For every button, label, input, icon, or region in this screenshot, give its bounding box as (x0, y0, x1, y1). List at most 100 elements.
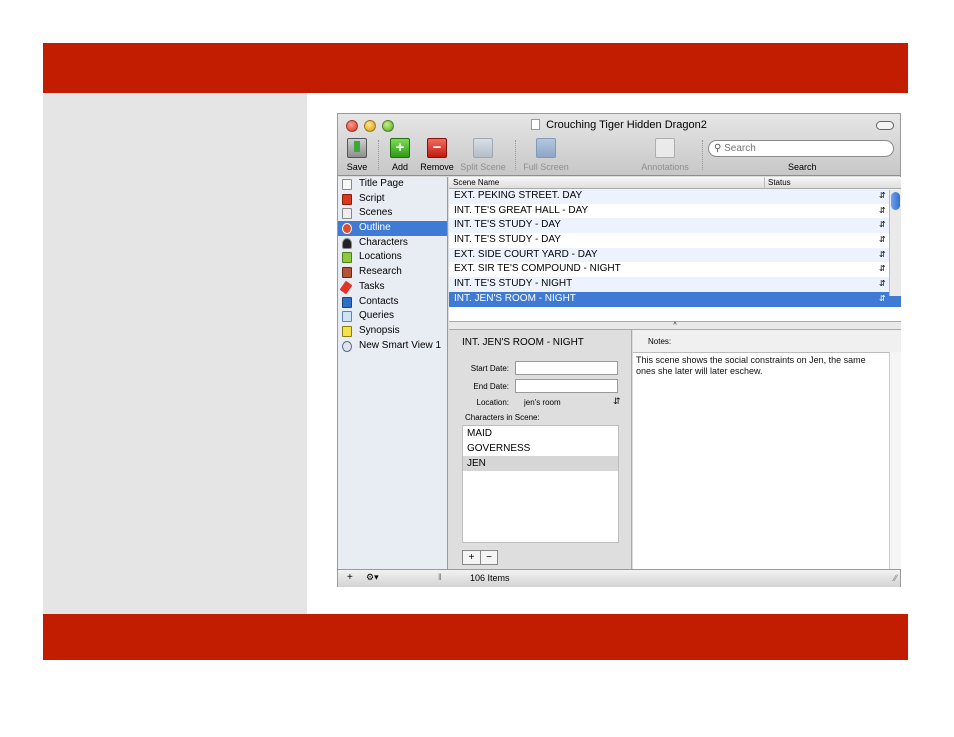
search-label: Search (788, 162, 817, 172)
toolbar-separator (515, 140, 516, 170)
binder-item-locations[interactable]: Locations (338, 250, 447, 265)
binder-item-queries[interactable]: Queries (338, 309, 447, 324)
binder-item-label: Queries (359, 310, 395, 322)
binder-item-label: Scenes (359, 207, 393, 219)
binder-item-tasks[interactable]: Tasks (338, 280, 447, 295)
binder-item-synopsis[interactable]: Synopsis (338, 324, 447, 339)
annotations-label: Annotations (641, 162, 689, 172)
scene-row-name: INT. TE'S STUDY - DAY (454, 219, 561, 231)
remove-button[interactable]: − Remove (420, 138, 454, 172)
characters-list: MAID GOVERNESS JEN (462, 425, 619, 543)
search-input[interactable] (724, 143, 875, 154)
binder-item-script[interactable]: Script (338, 192, 447, 207)
location-select[interactable]: jen's room (524, 398, 561, 407)
toolbar-separator (702, 140, 703, 170)
toolbar-toggle-button[interactable] (876, 121, 894, 130)
outliner-header: Scene Name Status (449, 177, 901, 189)
add-button[interactable]: + Add (390, 138, 410, 172)
slide-top-band (43, 43, 908, 93)
scrollbar-thumb[interactable] (891, 192, 900, 210)
binder-item-new-smart-view[interactable]: New Smart View 1 (338, 339, 447, 354)
status-stepper-icon[interactable]: ⇵ (879, 262, 886, 277)
character-item[interactable]: MAID (463, 426, 618, 441)
binder-item-label: Synopsis (359, 324, 400, 336)
scene-row[interactable]: EXT. PEKING STREET. DAY ⇵ (449, 189, 901, 204)
status-stepper-icon[interactable]: ⇵ (879, 277, 886, 292)
add-binder-item-button[interactable]: + (347, 572, 353, 583)
full-screen-label: Full Screen (523, 162, 569, 172)
character-item[interactable]: GOVERNESS (463, 441, 618, 456)
scene-row-name: EXT. PEKING STREET. DAY (454, 190, 583, 201)
scene-row[interactable]: INT. TE'S GREAT HALL - DAY ⇵ (449, 204, 901, 219)
slide-bottom-band (43, 614, 908, 660)
character-item-selected[interactable]: JEN (463, 456, 618, 471)
research-icon (342, 267, 352, 279)
save-label: Save (346, 162, 368, 172)
start-date-field[interactable] (515, 361, 618, 375)
notes-label: Notes: (648, 337, 672, 346)
status-stepper-icon[interactable]: ⇵ (879, 204, 886, 219)
scene-row-name: INT. TE'S STUDY - NIGHT (454, 278, 573, 290)
binder-item-scenes[interactable]: Scenes (338, 206, 447, 221)
annotations-button[interactable]: Annotations (641, 138, 689, 172)
characters-icon (342, 237, 352, 249)
annotations-icon (655, 138, 675, 158)
outliner-scrollbar[interactable] (889, 190, 901, 296)
location-select-arrow-icon[interactable]: ⇵ (613, 396, 621, 407)
pane-splitter[interactable]: ^ (449, 321, 901, 330)
scene-row[interactable]: INT. TE'S STUDY - DAY ⇵ (449, 233, 901, 248)
character-add-remove-control: + − (462, 550, 498, 565)
status-stepper-icon[interactable]: ⇵ (879, 248, 886, 263)
save-button[interactable]: Save (347, 138, 367, 172)
scene-row[interactable]: EXT. SIDE COURT YARD - DAY ⇵ (449, 247, 901, 263)
binder-item-label: Characters (359, 236, 408, 248)
minus-icon: − (427, 138, 447, 158)
slide-left-panel (43, 93, 307, 614)
scene-inspector: INT. JEN'S ROOM - NIGHT Start Date: End … (449, 330, 632, 569)
status-stepper-icon[interactable]: ⇵ (879, 218, 886, 233)
column-header-scene-name[interactable]: Scene Name (453, 177, 499, 189)
bottom-bar: + ⚙▾ ‖ 106 Items ∕∕ (338, 569, 900, 587)
full-screen-button[interactable]: Full Screen (523, 138, 569, 172)
scene-row[interactable]: INT. TE'S STUDY - NIGHT ⇵ (449, 277, 901, 292)
scene-row-name: EXT. SIDE COURT YARD - DAY (454, 248, 598, 260)
add-character-button[interactable]: + (463, 551, 480, 564)
scenes-icon (342, 208, 352, 220)
split-scene-label: Split Scene (460, 162, 506, 172)
binder-item-contacts[interactable]: Contacts (338, 295, 447, 310)
scene-row-name: INT. TE'S STUDY - DAY (454, 234, 561, 246)
outline-icon (342, 223, 352, 235)
split-handle-icon[interactable]: ‖ (438, 572, 442, 582)
collapse-caret-icon: ^ (673, 322, 677, 329)
scene-row-selected[interactable]: INT. JEN'S ROOM - NIGHT ⇵ (449, 291, 901, 307)
synopsis-icon (342, 325, 352, 337)
binder-item-label: New Smart View 1 (359, 339, 442, 351)
scene-row-name: INT. JEN'S ROOM - NIGHT (454, 292, 576, 304)
binder-item-title-page[interactable]: Title Page (338, 177, 447, 192)
resize-grip-icon[interactable]: ∕∕ (894, 573, 897, 583)
remove-character-button[interactable]: − (480, 551, 497, 564)
characters-in-scene-label: Characters in Scene: (465, 413, 540, 422)
scene-row-name: EXT. SIR TE'S COMPOUND - NIGHT (454, 263, 621, 275)
notes-scrollbar[interactable] (889, 352, 901, 569)
locations-icon (342, 252, 352, 264)
end-date-field[interactable] (515, 379, 618, 393)
column-header-status[interactable]: Status (764, 177, 791, 189)
plus-icon: + (390, 138, 410, 158)
app-window: Crouching Tiger Hidden Dragon2 Save + Ad… (337, 113, 901, 587)
status-stepper-icon[interactable]: ⇵ (879, 189, 886, 204)
scene-row[interactable]: EXT. SIR TE'S COMPOUND - NIGHT ⇵ (449, 262, 901, 277)
scene-row[interactable]: INT. TE'S STUDY - DAY ⇵ (449, 218, 901, 234)
location-label: Location: (476, 398, 509, 407)
queries-icon (342, 311, 352, 323)
gear-menu-icon[interactable]: ⚙▾ (366, 572, 379, 583)
search-field[interactable]: ⚲ (708, 140, 894, 157)
binder-item-characters[interactable]: Characters (338, 236, 447, 251)
notes-text-area[interactable]: This scene shows the social constraints … (633, 352, 889, 569)
status-stepper-icon[interactable]: ⇵ (879, 233, 886, 248)
binder-item-outline[interactable]: Outline (338, 221, 447, 236)
status-stepper-icon[interactable]: ⇵ (879, 292, 886, 307)
split-scene-button[interactable]: Split Scene (460, 138, 506, 172)
search-icon: ⚲ (714, 143, 722, 154)
binder-item-research[interactable]: Research (338, 265, 447, 280)
